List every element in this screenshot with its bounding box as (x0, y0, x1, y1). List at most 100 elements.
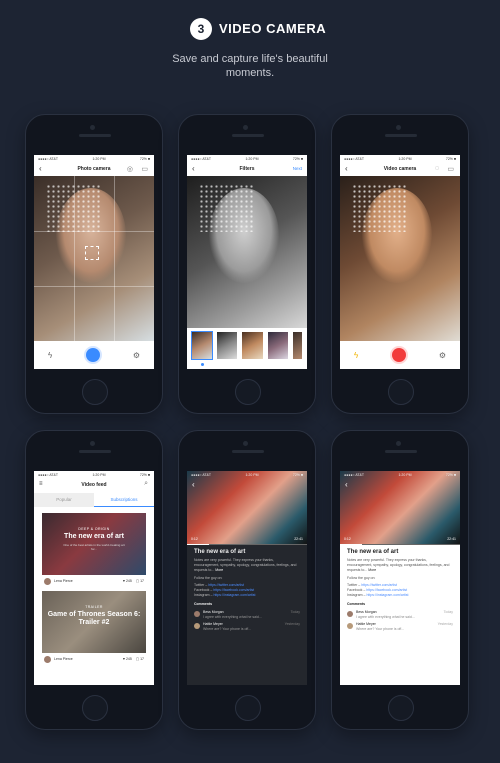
home-button[interactable] (235, 379, 261, 405)
twitter-label: Twitter (347, 583, 358, 587)
focus-reticle-icon[interactable] (85, 246, 99, 260)
elapsed-time: 0:12 (191, 537, 198, 541)
comment-time: Today (290, 610, 300, 614)
tab-popular[interactable]: Popular (34, 493, 94, 507)
search-icon[interactable]: ⌕ (144, 480, 148, 488)
flash-icon[interactable]: ϟ (354, 351, 358, 360)
article-title: The new era of art (347, 549, 399, 555)
grid-line-v2 (114, 176, 115, 341)
status-bar: ●●●●○ AT&T 1:20 PM 72% ■ (34, 155, 154, 162)
shutter-button[interactable] (85, 348, 100, 362)
facebook-link[interactable]: https://facebook.com/artist (213, 588, 254, 592)
home-button[interactable] (388, 695, 414, 721)
flash-icon[interactable]: ϟ (48, 351, 52, 360)
nav-bar: ‹ Photo camera ◎ ▭ (34, 162, 154, 176)
video-camera-icon[interactable]: ▭ (447, 165, 454, 173)
comments-count[interactable]: ▢ 17 (136, 579, 144, 583)
carrier-label: ●●●●○ AT&T (344, 156, 365, 161)
comment-item: Hattie Meyer Where are? Your phone is of… (194, 622, 300, 631)
home-button[interactable] (82, 379, 108, 405)
progress-bar[interactable] (187, 544, 307, 545)
more-link[interactable]: More (215, 568, 223, 572)
active-filter-indicator (201, 363, 204, 366)
video-viewfinder[interactable] (340, 176, 460, 341)
subtitle-line-1: Save and capture life's beautiful (172, 53, 328, 65)
record-button[interactable] (391, 348, 406, 362)
instagram-label: Instagram (194, 593, 210, 597)
photo-mode-icon[interactable]: ◌ (435, 165, 439, 172)
home-button[interactable] (388, 379, 414, 405)
phone-photo-camera: ●●●●○ AT&T 1:20 PM 72% ■ ‹ Photo camera … (25, 114, 163, 414)
camera-switch-icon[interactable]: ◎ (127, 165, 133, 173)
facebook-link[interactable]: https://facebook.com/artist (366, 588, 407, 592)
card-title: The new era of art (64, 533, 124, 540)
instagram-link[interactable]: https://instagram.com/artist (366, 593, 408, 597)
article-title: The new era of art (194, 549, 246, 555)
menu-icon[interactable]: ≡ (39, 481, 43, 487)
social-links: Twitter – https://twitter.com/artist Fac… (347, 583, 453, 598)
twitter-link[interactable]: https://twitter.com/artist (361, 583, 397, 587)
screen-article-dark: ●●●●○ AT&T 1:20 PM 72% ■ ‹ 0:12 22:41 Th… (187, 471, 307, 685)
settings-icon[interactable]: ⚙ (439, 351, 446, 360)
more-link[interactable]: More (368, 568, 376, 572)
screen-video-feed: ●●●●○ AT&T 1:20 PM 72% ■ ≡ Video feed ⌕ … (34, 471, 154, 685)
phone-video-camera: ●●●●○ AT&T 1:20 PM 72% ■ ‹ Video camera … (331, 114, 469, 414)
back-arrow-icon[interactable]: ‹ (192, 164, 195, 173)
likes-count[interactable]: ♥ 245 (123, 657, 132, 661)
time-label: 1:20 PM (92, 472, 106, 477)
battery-label: 72% ■ (139, 472, 150, 477)
filter-thumb[interactable] (190, 331, 214, 360)
battery-label: 72% ■ (292, 156, 303, 161)
comments-count[interactable]: ▢ 17 (136, 657, 144, 661)
article-body-text: Notes are very powerful. They express yo… (347, 558, 450, 572)
section-title: VIDEO CAMERA (219, 21, 327, 36)
nav-title: Video feed (81, 482, 107, 488)
tab-subscriptions[interactable]: Subscriptions (94, 493, 154, 507)
author-name: Lena Pierce (54, 579, 73, 583)
video-card[interactable]: DEEP & ORIGIN The new era of art One of … (42, 513, 146, 587)
settings-icon[interactable]: ⚙ (133, 351, 140, 360)
feed-tabs: Popular Subscriptions (34, 493, 154, 507)
video-thumbnail: DEEP & ORIGIN The new era of art One of … (42, 513, 146, 575)
instagram-link[interactable]: https://instagram.com/artist (213, 593, 255, 597)
phone-video-feed: ●●●●○ AT&T 1:20 PM 72% ■ ≡ Video feed ⌕ … (25, 430, 163, 730)
video-card[interactable]: TRAILER Game of Thrones Season 6: Traile… (42, 591, 146, 665)
filter-thumb[interactable] (292, 332, 302, 359)
comment-time: Today (443, 610, 453, 614)
front-camera (90, 441, 95, 446)
card-description: One of the best artists in the world cre… (63, 543, 125, 551)
comment-text: Where are? Your phone is off... (203, 626, 252, 631)
status-bar: ●●●●○ AT&T 1:20 PM 72% ■ (187, 471, 307, 478)
speaker (385, 134, 417, 137)
likes-count[interactable]: ♥ 245 (123, 579, 132, 583)
next-button[interactable]: Next (293, 166, 302, 171)
speaker (79, 450, 111, 453)
card-meta: Lena Pierce ♥ 245 ▢ 17 (42, 653, 146, 665)
progress-bar[interactable] (340, 544, 460, 545)
avatar (194, 611, 200, 617)
battery-label: 72% ■ (292, 472, 303, 477)
battery-label: 72% ■ (445, 156, 456, 161)
light-dots-overlay (199, 184, 254, 232)
camera-viewfinder[interactable] (34, 176, 154, 341)
back-arrow-icon[interactable]: ‹ (345, 164, 348, 173)
back-arrow-icon[interactable]: ‹ (345, 480, 348, 489)
comments-heading: Comments (194, 602, 213, 606)
twitter-link[interactable]: https://twitter.com/artist (208, 583, 244, 587)
filter-thumb[interactable] (267, 332, 288, 359)
card-meta: Lena Pierce ♥ 245 ▢ 17 (42, 575, 146, 587)
nav-title: Photo camera (77, 166, 111, 172)
twitter-label: Twitter (194, 583, 205, 587)
back-arrow-icon[interactable]: ‹ (39, 164, 42, 173)
comment-item: Hattie Meyer Where are? Your phone is of… (347, 622, 453, 631)
video-player[interactable]: ●●●●○ AT&T 1:20 PM 72% ■ ‹ 0:12 22:41 (187, 471, 307, 545)
video-player[interactable]: ●●●●○ AT&T 1:20 PM 72% ■ ‹ 0:12 22:41 (340, 471, 460, 545)
filter-thumb[interactable] (242, 332, 263, 359)
instagram-row: Instagram – https://instagram.com/artist (194, 593, 256, 597)
back-arrow-icon[interactable]: ‹ (192, 480, 195, 489)
section-subtitle: Save and capture life's beautiful moment… (0, 52, 500, 80)
video-mode-icon[interactable]: ▭ (141, 165, 148, 173)
filter-thumb[interactable] (217, 332, 238, 359)
home-button[interactable] (82, 695, 108, 721)
home-button[interactable] (235, 695, 261, 721)
